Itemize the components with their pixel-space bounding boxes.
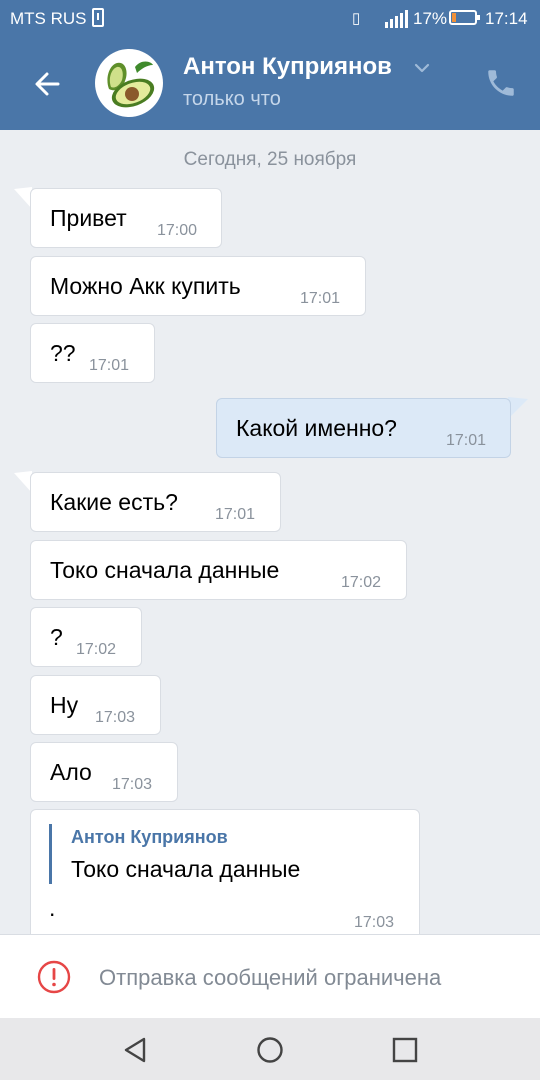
message-bubble[interactable]: ? 17:02: [30, 607, 142, 667]
avatar[interactable]: [95, 49, 163, 117]
message-time: 17:02: [76, 641, 117, 658]
message-text: Ну: [50, 692, 79, 718]
sim-alert-icon: [92, 8, 104, 27]
battery-percent: 17%: [413, 9, 448, 28]
message-time: 17:01: [300, 290, 341, 307]
message-list[interactable]: Сегодня, 25 ноября Привет 17:00 Можно Ак…: [0, 130, 540, 934]
signal-icon: [385, 10, 408, 28]
quoted-text[interactable]: Токо сначала данные: [71, 856, 300, 883]
avocado-avatar-image: [107, 61, 155, 108]
quote-bar: [49, 824, 52, 884]
message-bubble[interactable]: ?? 17:01: [30, 323, 155, 383]
message-time: 17:01: [89, 357, 130, 374]
messaging-restricted-bar: Отправка сообщений ограничена: [0, 934, 540, 1018]
restriction-label: Отправка сообщений ограничена: [99, 965, 442, 990]
message-bubble[interactable]: Какие есть? 17:01: [30, 472, 281, 532]
message-bubble[interactable]: Ало 17:03: [30, 742, 178, 802]
message-time: 17:02: [341, 574, 382, 591]
date-divider: Сегодня, 25 ноября: [183, 149, 357, 170]
message-text: Токо сначала данные: [50, 557, 280, 583]
contact-name[interactable]: Антон Куприянов: [183, 53, 392, 81]
message-text: ??: [50, 340, 76, 366]
message-time: 17:03: [354, 914, 395, 931]
message-bubble[interactable]: Можно Акк купить 17:01: [30, 256, 366, 316]
message-text: Ало: [50, 759, 92, 785]
quoted-author[interactable]: Антон Куприянов: [71, 827, 228, 848]
message-text: Привет: [50, 205, 127, 231]
message-bubble[interactable]: Токо сначала данные 17:02: [30, 540, 407, 600]
nav-back-icon[interactable]: [120, 1035, 150, 1065]
phone-icon[interactable]: [484, 66, 518, 100]
message-time: 17:03: [95, 709, 136, 726]
chat-header: Антон Куприянов только что: [0, 36, 540, 130]
message-time: 17:03: [112, 776, 153, 793]
alert-icon: [37, 960, 71, 994]
status-bar: MTS RUS ▯ 17% 17:14: [0, 0, 540, 36]
reply-message-bubble[interactable]: Антон Куприянов Токо сначала данные . 17…: [30, 809, 420, 934]
vibrate-icon: ▯: [352, 10, 361, 27]
last-seen-status: только что: [183, 88, 281, 110]
nav-home-icon[interactable]: [255, 1035, 285, 1065]
carrier-name: MTS RUS: [10, 9, 87, 28]
message-time: 17:01: [215, 506, 256, 523]
back-arrow-icon[interactable]: [30, 66, 66, 102]
message-text: ?: [50, 624, 63, 650]
message-text: Можно Акк купить: [50, 273, 241, 299]
message-bubble[interactable]: Привет 17:00: [30, 188, 222, 248]
system-nav-bar: [0, 1018, 540, 1080]
message-bubble[interactable]: Ну 17:03: [30, 675, 161, 735]
chevron-down-icon[interactable]: [414, 62, 430, 74]
message-time: 17:00: [157, 222, 198, 239]
message-text: .: [49, 895, 56, 921]
message-text: Какие есть?: [50, 489, 178, 515]
message-text: Какой именно?: [236, 415, 397, 441]
clock: 17:14: [485, 9, 528, 28]
nav-recents-icon[interactable]: [390, 1035, 420, 1065]
battery-icon: [449, 10, 480, 25]
message-bubble-outgoing[interactable]: Какой именно? 17:01: [216, 398, 511, 458]
message-time: 17:01: [446, 432, 487, 449]
